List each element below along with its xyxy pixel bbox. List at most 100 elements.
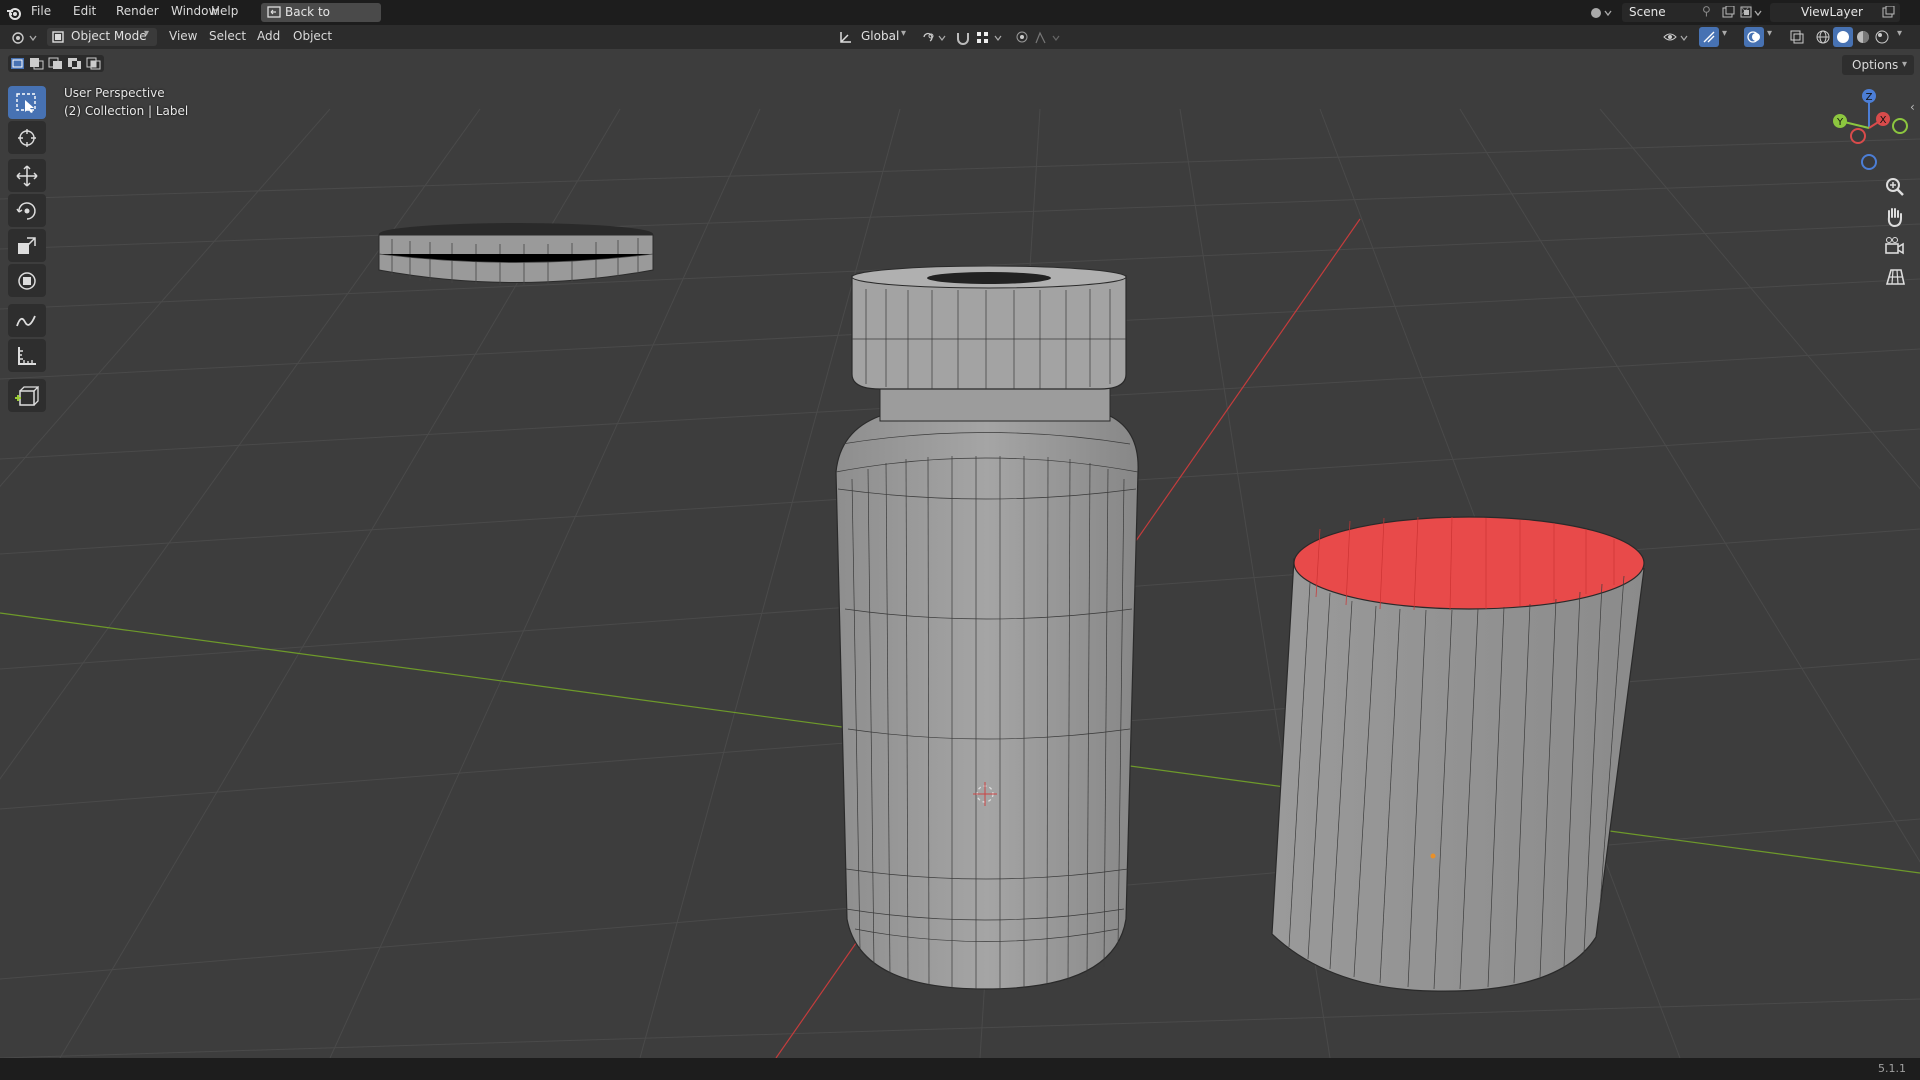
material-shading-icon[interactable] [1856, 30, 1870, 44]
gizmo-z-label: Z [1866, 92, 1873, 103]
falloff-icon[interactable] [1035, 30, 1065, 45]
scene-name: Scene [1629, 5, 1666, 19]
menu-help[interactable]: Help [211, 4, 238, 18]
grid-icon [1885, 269, 1905, 285]
object-mode-icon [52, 31, 64, 43]
orientation-label: Global [861, 29, 900, 43]
menu-render[interactable]: Render [116, 4, 159, 18]
chevron-down-icon: ▾ [1902, 59, 1908, 70]
object-mode-label: Object Mode [71, 29, 147, 43]
select-intersect-icon[interactable] [86, 57, 102, 70]
annotate-icon [16, 315, 36, 327]
proportional-editing-icon[interactable] [1015, 30, 1029, 45]
blender-logo-icon[interactable] [6, 5, 22, 21]
menu-object[interactable]: Object [293, 29, 332, 43]
transform-icon [18, 272, 36, 290]
back-to-previous-button[interactable]: Back to Previous [261, 3, 381, 38]
chevron-down-icon[interactable]: ▾ [1897, 28, 1902, 39]
options-label: Options [1852, 58, 1899, 72]
select-box-tool[interactable] [8, 86, 46, 119]
gizmo-y-label: Y [1836, 117, 1844, 128]
xray-icon[interactable] [1790, 30, 1804, 44]
select-difference-icon[interactable] [67, 57, 83, 70]
view-perspective-label: User Perspective [64, 86, 165, 100]
navigation-gizmo[interactable]: Z X Y [1825, 84, 1915, 174]
options-dropdown[interactable]: Options ▾ [1842, 55, 1914, 75]
new-viewlayer-icon[interactable] [1882, 6, 1895, 19]
hand-icon [1887, 208, 1902, 228]
overlay-icon [1747, 31, 1760, 43]
sidebar-toggle-icon[interactable]: ‹ [1910, 100, 1915, 114]
menu-file[interactable]: File [31, 4, 51, 18]
gizmo-toggle-button[interactable] [1699, 27, 1719, 47]
menu-view[interactable]: View [169, 29, 197, 43]
select-extend-icon[interactable] [29, 57, 45, 70]
add-cube-tool[interactable] [8, 379, 46, 412]
editor-type-icon[interactable] [10, 29, 40, 45]
tool-shelf [8, 86, 48, 416]
viewlayer-selector[interactable]: ViewLayer [1770, 3, 1900, 22]
rotate-tool[interactable] [8, 194, 46, 227]
scale-tool[interactable] [8, 229, 46, 262]
label-origin-icon [1430, 853, 1436, 859]
transform-orientation-dropdown[interactable]: Global ▾ [837, 28, 913, 46]
new-scene-icon[interactable] [1722, 6, 1735, 19]
rendered-shading-icon[interactable] [1875, 30, 1889, 44]
snap-target-icon[interactable] [976, 30, 1006, 45]
scale-icon [18, 237, 36, 254]
chevron-down-icon: ▾ [901, 28, 907, 39]
pin-icon[interactable]: ⚲ [1702, 4, 1711, 18]
gizmo-x-label: X [1880, 115, 1887, 126]
chevron-down-icon: ▾ [144, 28, 150, 39]
pan-button[interactable] [1880, 203, 1910, 231]
scene-icon[interactable] [1590, 5, 1612, 20]
measure-tool[interactable] [8, 339, 46, 372]
cap-object [378, 223, 654, 285]
measure-icon [18, 347, 36, 365]
menu-select[interactable]: Select [209, 29, 246, 43]
cursor-tool[interactable] [8, 121, 46, 154]
rotate-icon [16, 202, 36, 220]
viewport-scene[interactable] [0, 49, 1920, 1058]
move-tool[interactable] [8, 159, 46, 192]
move-icon [16, 165, 38, 187]
active-collection-label: (2) Collection | Label [64, 104, 189, 118]
viewlayer-name: ViewLayer [1801, 5, 1863, 19]
solid-shading-button[interactable] [1833, 27, 1853, 47]
transform-tool[interactable] [8, 264, 46, 297]
gizmo-icon [1703, 31, 1715, 43]
zoom-button[interactable] [1880, 173, 1910, 201]
scene-selector[interactable]: Scene ⚲ × [1622, 3, 1752, 22]
ortho-toggle-button[interactable] [1880, 263, 1910, 291]
back-icon [267, 6, 281, 18]
wireframe-shading-icon[interactable] [1816, 30, 1830, 44]
overlay-toggle-button[interactable] [1744, 27, 1764, 47]
version-label: 5.1.1 [1878, 1062, 1906, 1075]
viewport-header: Object Mode ▾ View Select Add Object Glo… [0, 25, 1920, 49]
zoom-icon [1886, 178, 1904, 196]
visibility-icon[interactable] [1663, 30, 1691, 45]
menu-add[interactable]: Add [257, 29, 280, 43]
select-box-icon [16, 93, 36, 113]
snap-icon[interactable] [955, 30, 971, 45]
select-new-icon[interactable] [10, 57, 26, 70]
solid-shading-icon [1837, 31, 1849, 43]
annotate-tool[interactable] [8, 304, 46, 337]
select-subtract-icon[interactable] [48, 57, 64, 70]
label-object [1271, 516, 1645, 992]
camera-icon [1885, 237, 1904, 255]
camera-view-button[interactable] [1880, 233, 1910, 261]
3d-viewport[interactable]: Z X Y [0, 49, 1920, 1058]
selection-mode-group [8, 55, 104, 72]
chevron-down-icon[interactable]: ▾ [1767, 28, 1772, 39]
orientation-icon [840, 32, 851, 43]
pivot-point-icon[interactable] [921, 30, 949, 45]
menu-edit[interactable]: Edit [73, 4, 96, 18]
bottle-object [835, 265, 1139, 990]
status-bar: 5.1.1 [0, 1058, 1920, 1080]
viewlayer-icon[interactable] [1740, 5, 1764, 20]
cursor-icon [18, 129, 36, 147]
top-menu-bar: File Edit Render Window Help Back to Pre… [0, 0, 1920, 38]
object-mode-dropdown[interactable]: Object Mode ▾ [47, 28, 157, 46]
chevron-down-icon[interactable]: ▾ [1722, 28, 1727, 39]
